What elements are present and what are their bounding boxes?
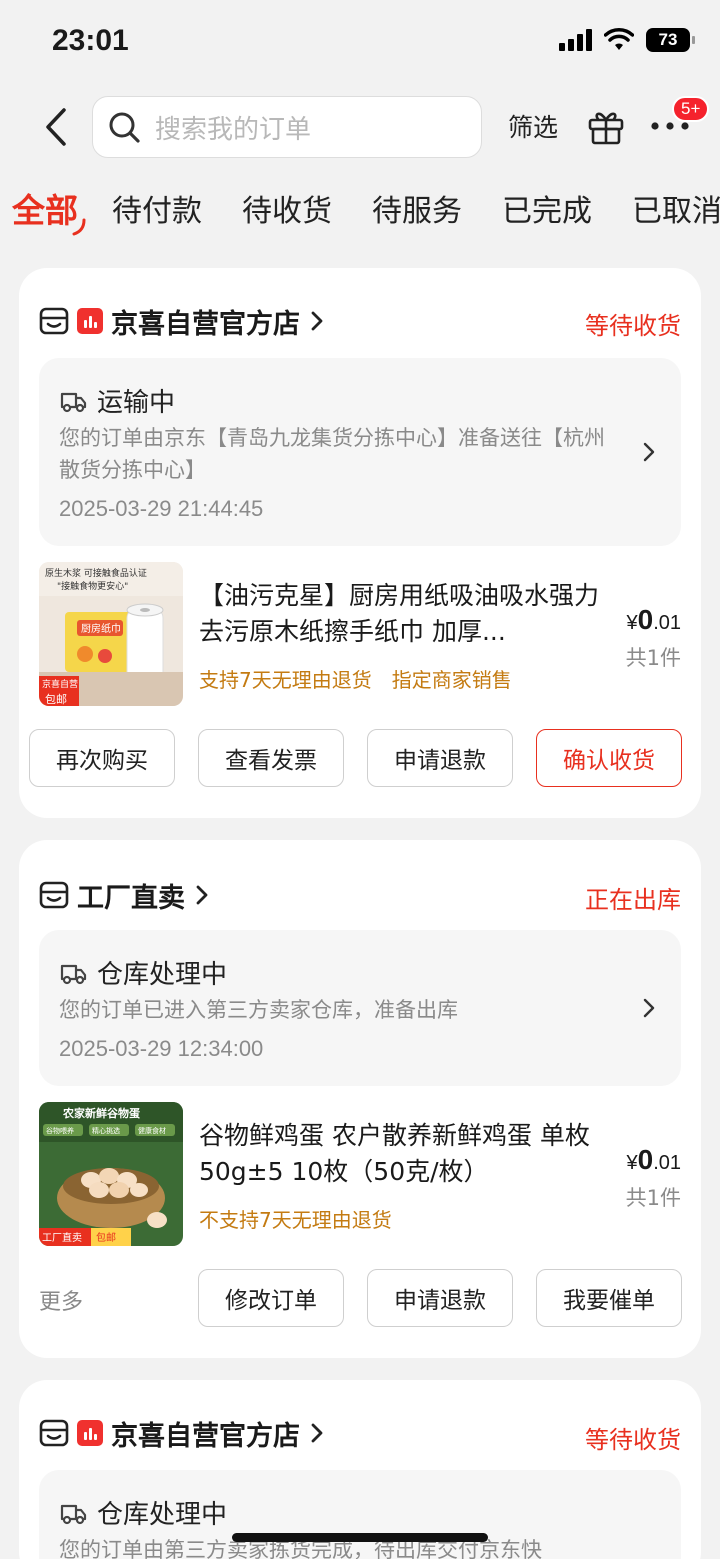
order-tabs: 全部 待付款 待收货 待服务 已完成 已取消	[0, 180, 720, 240]
product-image[interactable]: 原生木浆 可接触食品认证 "接触食物更安心" 厨房纸巾 京喜自营 包邮	[39, 562, 183, 706]
product-price: ¥0.01	[626, 1144, 681, 1175]
store-icon	[39, 307, 69, 335]
search-placeholder: 搜索我的订单	[155, 114, 312, 145]
return-policy-tag: 不支持7天无理由退货	[199, 1208, 392, 1232]
store-link[interactable]: 京喜自营官方店	[39, 1416, 324, 1452]
svg-text:工厂直卖: 工厂直卖	[42, 1231, 82, 1244]
store-name: 工厂直卖	[77, 882, 185, 914]
order-card[interactable]: 工厂直卖 正在出库 仓库处理中 您的订单已进入第三方卖家仓库，准备出库 2025…	[19, 840, 701, 1358]
view-invoice-button[interactable]: 查看发票	[198, 729, 344, 787]
home-indicator[interactable]	[232, 1533, 488, 1542]
store-name: 京喜自营官方店	[111, 1420, 300, 1452]
request-refund-button[interactable]: 申请退款	[367, 729, 513, 787]
product-title[interactable]: 【油污克星】厨房用纸吸油吸水强力去污原木纸擦手纸巾 加厚...	[199, 578, 599, 650]
return-policy-tag: 支持7天无理由退货	[199, 668, 372, 692]
store-icon	[39, 1419, 69, 1447]
eggs-image: 农家新鲜谷物蛋 谷物喂养 精心挑选 健康食材 工厂直卖 包邮	[39, 1102, 183, 1246]
tab-pending-payment[interactable]: 待付款	[112, 186, 202, 230]
logistics-description: 您的订单已进入第三方卖家仓库，准备出库	[59, 998, 458, 1022]
order-status: 等待收货	[585, 1426, 681, 1454]
urge-order-button[interactable]: 我要催单	[536, 1269, 682, 1327]
logistics-panel[interactable]: 仓库处理中 您的订单由第三方卖家拣货完成，待出库交付京东快	[39, 1470, 681, 1559]
svg-text:包邮: 包邮	[96, 1231, 116, 1244]
svg-text:厨房纸巾: 厨房纸巾	[81, 622, 121, 635]
tab-all[interactable]: 全部	[12, 184, 78, 232]
signal-icon	[559, 29, 592, 51]
tab-cancelled[interactable]: 已取消	[632, 186, 720, 230]
gift-icon[interactable]	[586, 106, 626, 146]
logistics-title: 运输中	[97, 388, 176, 418]
wifi-icon	[604, 28, 634, 50]
tab-pending-service[interactable]: 待服务	[372, 186, 462, 230]
modify-order-button[interactable]: 修改订单	[198, 1269, 344, 1327]
buy-again-button[interactable]: 再次购买	[29, 729, 175, 787]
status-icons: 73	[559, 28, 695, 52]
truck-icon	[60, 392, 87, 412]
store-link[interactable]: 工厂直卖	[39, 878, 209, 914]
product-price: ¥0.01	[626, 604, 681, 635]
store-link[interactable]: 京喜自营官方店	[39, 304, 324, 340]
back-arrow-icon[interactable]	[40, 106, 72, 148]
store-name: 京喜自营官方店	[111, 308, 300, 340]
chevron-right-icon	[196, 885, 208, 905]
filter-button[interactable]: 筛选	[508, 108, 558, 144]
order-status: 正在出库	[585, 886, 681, 914]
truck-icon	[60, 1504, 87, 1524]
product-tags: 不支持7天无理由退货	[199, 1204, 392, 1233]
product-title[interactable]: 谷物鲜鸡蛋 农户散养新鲜鸡蛋 单枚50g±5 10枚（50克/枚）	[199, 1118, 599, 1190]
status-time: 23:01	[52, 24, 129, 57]
svg-text:健康食材: 健康食材	[138, 1126, 166, 1135]
logistics-time: 2025-03-29 21:44:45	[59, 496, 264, 521]
confirm-receipt-button[interactable]: 确认收货	[536, 729, 682, 787]
order-card[interactable]: 京喜自营官方店 等待收货 运输中 您的订单由京东【青岛九龙集货分拣中心】准备送往…	[19, 268, 701, 818]
svg-text:精心挑选: 精心挑选	[92, 1126, 120, 1135]
product-image[interactable]: 农家新鲜谷物蛋 谷物喂养 精心挑选 健康食材 工厂直卖 包邮	[39, 1102, 183, 1246]
jingxi-logo-icon	[77, 308, 103, 334]
store-icon	[39, 881, 69, 909]
chevron-right-icon	[643, 998, 655, 1018]
seller-tag: 指定商家销售	[391, 668, 512, 692]
product-tags: 支持7天无理由退货 指定商家销售	[199, 664, 512, 693]
header: 搜索我的订单 筛选 5+	[0, 94, 720, 160]
logistics-title: 仓库处理中	[97, 1500, 228, 1530]
search-input[interactable]: 搜索我的订单	[92, 96, 482, 158]
tab-pending-receipt[interactable]: 待收货	[242, 186, 332, 230]
svg-text:谷物喂养: 谷物喂养	[46, 1126, 74, 1135]
svg-text:包邮: 包邮	[45, 693, 67, 706]
product-quantity: 共1件	[625, 1186, 681, 1210]
logistics-time: 2025-03-29 12:34:00	[59, 1036, 264, 1061]
svg-text:京喜自营: 京喜自营	[42, 678, 78, 690]
logistics-description: 您的订单由京东【青岛九龙集货分拣中心】准备送往【杭州散货分拣中心】	[59, 426, 605, 482]
battery-icon: 73	[646, 28, 695, 52]
jingxi-logo-icon	[77, 1420, 103, 1446]
svg-text:农家新鲜谷物蛋: 农家新鲜谷物蛋	[62, 1106, 141, 1120]
svg-text:原生木浆 可接触食品认证: 原生木浆 可接触食品认证	[45, 567, 147, 579]
notification-badge: 5+	[672, 96, 710, 122]
svg-text:"接触食物更安心": "接触食物更安心"	[57, 580, 128, 592]
chevron-right-icon	[643, 442, 655, 462]
logistics-title: 仓库处理中	[97, 960, 228, 990]
chevron-right-icon	[311, 311, 323, 331]
truck-icon	[60, 964, 87, 984]
chevron-right-icon	[311, 1423, 323, 1443]
status-bar: 23:01 73	[0, 0, 720, 88]
tab-active-indicator	[72, 218, 86, 236]
tab-completed[interactable]: 已完成	[502, 186, 592, 230]
logistics-panel[interactable]: 运输中 您的订单由京东【青岛九龙集货分拣中心】准备送往【杭州散货分拣中心】 20…	[39, 358, 681, 546]
paper-towel-image: 原生木浆 可接触食品认证 "接触食物更安心" 厨房纸巾 京喜自营 包邮	[39, 562, 183, 706]
more-button[interactable]: 更多	[39, 1284, 83, 1316]
order-status: 等待收货	[585, 312, 681, 340]
logistics-panel[interactable]: 仓库处理中 您的订单已进入第三方卖家仓库，准备出库 2025-03-29 12:…	[39, 930, 681, 1086]
search-icon	[109, 112, 140, 143]
product-quantity: 共1件	[625, 646, 681, 670]
request-refund-button[interactable]: 申请退款	[367, 1269, 513, 1327]
